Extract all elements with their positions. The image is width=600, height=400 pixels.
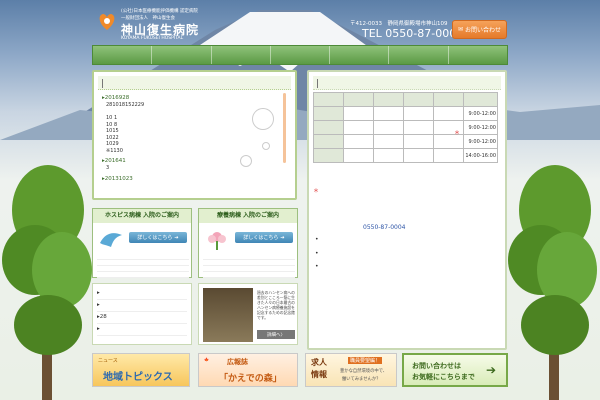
link-row[interactable]: ▸28: [97, 314, 187, 324]
asterisk-mark: ＊: [313, 188, 320, 195]
nav-item-4[interactable]: [271, 46, 331, 64]
schedule-time-cell: 14:00-16:00: [463, 148, 498, 163]
newsletter-tag: 広報誌: [227, 358, 248, 366]
job-tag-2: 情報: [311, 370, 327, 379]
hospital-logo-icon[interactable]: [96, 10, 118, 32]
news-date-1[interactable]: ▸2016928: [102, 94, 280, 102]
schedule-table: 9:00-12:00 9:00-12:00 9:00-12:00 14:00-1…: [313, 92, 498, 163]
hospice-detail-label: 詳しくはこちら: [137, 235, 173, 241]
decorative-circle: [240, 155, 252, 167]
hospice-description: [97, 255, 189, 279]
nav-item-6[interactable]: [389, 46, 449, 64]
nav-item-3[interactable]: [212, 46, 271, 64]
arrow-right-icon: ➔: [280, 234, 285, 241]
arrow-right-icon: ➔: [486, 363, 497, 377]
flag-icon: [102, 79, 108, 88]
job-text-1: 豊かな自然環境の中で、: [340, 369, 388, 374]
schedule-time-cell: 9:00-12:00: [463, 134, 498, 149]
hospice-detail-button[interactable]: 詳しくはこちら ➔: [129, 232, 187, 243]
contact-banner-line-1: お問い合わせは: [412, 362, 461, 370]
hospital-address: 〒412-0033 静岡県御殿場市神山109: [350, 21, 448, 27]
news-date-2[interactable]: ▸201641: [102, 157, 280, 165]
news-line: ※1130: [106, 147, 123, 154]
link-row[interactable]: ▸: [97, 290, 187, 300]
arrow-right-icon: ➔: [174, 234, 179, 241]
news-list: ▸2016928 281018152229 10 1 10 8 1015 102…: [102, 94, 280, 183]
news-scrollbar[interactable]: [283, 93, 286, 163]
nav-item-2[interactable]: [152, 46, 212, 64]
dove-icon: [100, 233, 122, 247]
newsletter-banner[interactable]: 🍁 広報誌 「かえでの森」: [198, 353, 298, 387]
care-detail-label: 詳しくはこちら: [243, 235, 279, 241]
nav-item-5[interactable]: [330, 46, 390, 64]
hospice-panel: ホスピス病棟 入院のご案内 詳しくはこちら ➔: [92, 208, 192, 278]
schedule-tel: 0550-87-0004: [363, 224, 406, 231]
contact-banner-line-2: お気軽にこちらまで: [412, 373, 475, 381]
mail-icon: ✉: [457, 26, 463, 33]
asterisk-mark: ＊: [454, 130, 461, 137]
memorial-panel: 過去のハンセン病への差別とこころ一筋に生きた人々の日本最古のハンセン病療養施設を…: [198, 283, 298, 345]
link-row[interactable]: ▸: [97, 302, 187, 312]
hospital-name-roman: KOYAMA FUKUSEI HOSPITAL: [121, 36, 184, 41]
local-topics-label: 地域トピックス: [103, 372, 173, 383]
care-title: 療養病棟 入院のご案内: [199, 209, 297, 223]
links-panel: ▸ ▸ ▸28 ▸: [92, 283, 192, 345]
decorative-circle: [252, 108, 274, 130]
maple-icon: 🍁: [204, 357, 209, 362]
care-detail-button[interactable]: 詳しくはこちら ➔: [235, 232, 293, 243]
tree-left-image: [2, 165, 92, 400]
contact-banner[interactable]: お問い合わせは お気軽にこちらまで ➔: [402, 353, 508, 387]
flag-icon: [317, 79, 323, 88]
bullet-dot: •: [315, 250, 319, 257]
global-nav: [92, 45, 508, 65]
schedule-panel-header: [313, 76, 501, 90]
link-text: 28: [99, 314, 107, 320]
flower-icon: [208, 232, 226, 250]
memorial-photo[interactable]: [203, 288, 253, 342]
hospice-title: ホスピス病棟 入院のご案内: [93, 209, 191, 223]
news-date-3[interactable]: ▸20131023: [102, 175, 280, 183]
contact-button-label: お問い合わせ: [465, 27, 502, 34]
mt-fuji-background: [0, 10, 600, 140]
news-panel: ▸2016928 281018152229 10 1 10 8 1015 102…: [92, 70, 297, 200]
job-tag-1: 求人: [311, 358, 327, 367]
hospital-tel: TEL 0550-87-0004: [362, 27, 464, 40]
schedule-time-cell: 9:00-12:00: [463, 106, 498, 121]
local-topics-banner[interactable]: ニュース 地域トピックス: [92, 353, 190, 387]
logo-accreditation-text: (公社)日本医療機能評価機構 認定病院: [121, 9, 198, 14]
care-description: [203, 255, 295, 279]
job-headline: 職員要望編！: [348, 357, 383, 364]
link-row[interactable]: ▸: [97, 326, 187, 336]
bullet-dot: •: [315, 263, 319, 270]
contact-button[interactable]: ✉ お問い合わせ: [452, 20, 507, 39]
memorial-detail-button[interactable]: 詳細へ〉: [257, 330, 295, 339]
decorative-circle: [262, 142, 270, 150]
job-text-2: 働いてみませんか？: [342, 377, 381, 382]
news-line: 3: [106, 165, 110, 171]
job-banner[interactable]: 求人 情報 職員要望編！ 豊かな自然環境の中で、 働いてみませんか？: [305, 353, 397, 387]
tree-right-image: [508, 165, 597, 400]
nav-item-7[interactable]: [449, 46, 507, 64]
bullet-dot: •: [315, 236, 319, 243]
schedule-time-cell: 9:00-12:00: [463, 120, 498, 135]
memorial-description: 過去のハンセン病への差別とこころ一筋に生きた人々の日本最古のハンセン病療養施設を…: [257, 290, 295, 320]
news-panel-header: [98, 76, 291, 90]
nav-item-1[interactable]: [93, 46, 153, 64]
news-tag: ニュース: [98, 358, 118, 364]
care-panel: 療養病棟 入院のご案内 詳しくはこちら ➔: [198, 208, 298, 278]
newsletter-label: 「かえでの森」: [219, 374, 282, 384]
